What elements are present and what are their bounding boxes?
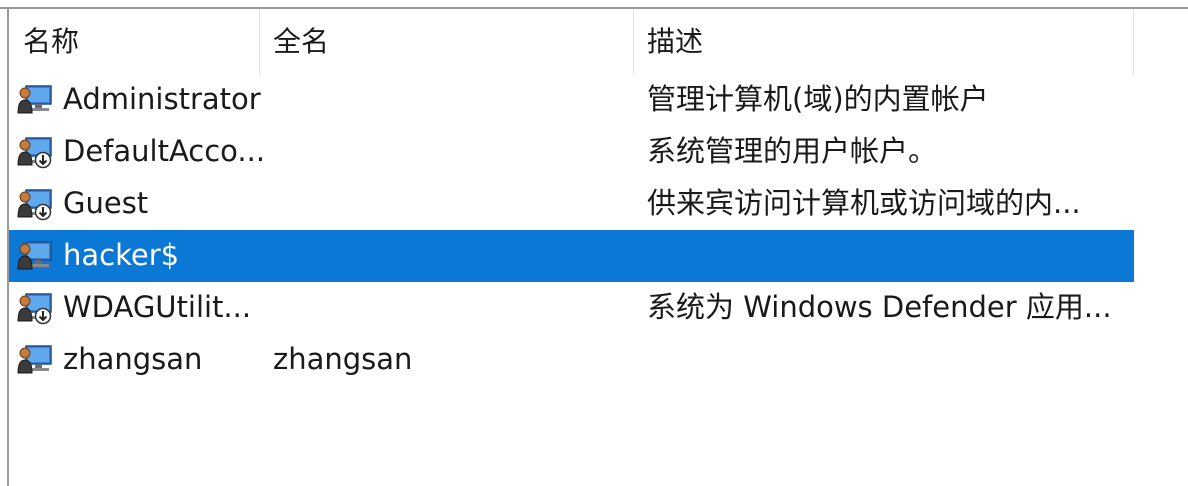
user-account-icon	[17, 345, 52, 374]
user-name: zhangsan	[63, 342, 203, 376]
column-divider[interactable]	[1133, 9, 1134, 75]
list-item[interactable]: Administrator 管理计算机(域)的内置帐户	[9, 74, 1134, 126]
disabled-user-account-icon	[17, 137, 52, 169]
list-item[interactable]: Guest 供来宾访问计算机或访问域的内...	[9, 178, 1134, 230]
user-name: Administrator	[63, 82, 261, 116]
user-name: DefaultAcco...	[63, 134, 266, 168]
column-header-fullname[interactable]: 全名	[259, 9, 633, 75]
user-name: WDAGUtilit...	[63, 290, 252, 324]
list-item[interactable]: hacker$	[9, 230, 1134, 282]
column-header-name[interactable]: 名称	[9, 9, 259, 75]
user-fullname: zhangsan	[273, 342, 413, 376]
user-description: 系统为 Windows Defender 应用...	[647, 290, 1112, 324]
list-item[interactable]: zhangsan zhangsan	[9, 334, 1134, 386]
list-item[interactable]: WDAGUtilit... 系统为 Windows Defender 应用...	[9, 282, 1134, 334]
list-header: 名称 全名 描述	[9, 9, 1188, 75]
user-account-icon	[17, 85, 52, 114]
disabled-user-account-icon	[17, 189, 52, 221]
list-item[interactable]: DefaultAcco... 系统管理的用户帐户。	[9, 126, 1134, 178]
user-list-view: 名称 全名 描述 Administrator 管理计算机(域)的内置帐户 Defau…	[0, 0, 1188, 486]
disabled-user-account-icon	[17, 293, 52, 325]
user-description: 管理计算机(域)的内置帐户	[647, 82, 989, 116]
user-account-icon	[17, 241, 52, 270]
column-header-description[interactable]: 描述	[633, 9, 1133, 75]
user-name: Guest	[63, 186, 149, 220]
user-name: hacker$	[63, 238, 180, 272]
user-description: 供来宾访问计算机或访问域的内...	[647, 186, 1081, 220]
user-description: 系统管理的用户帐户。	[647, 134, 938, 168]
